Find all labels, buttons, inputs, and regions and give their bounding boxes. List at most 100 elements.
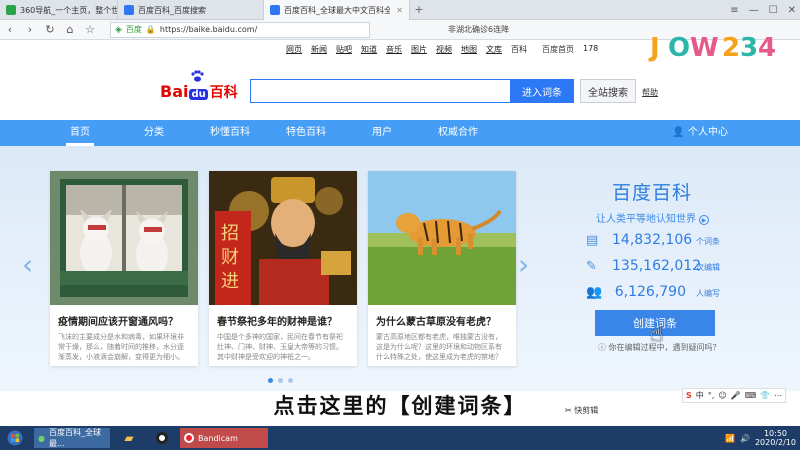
help-link[interactable]: 帮助: [642, 87, 658, 98]
taskbar-browser[interactable]: ● 百度百科_全球最...: [34, 428, 110, 448]
stat-entries: ▤ 14,832,106 个词条: [586, 232, 726, 248]
taskbar-browser-label: 百度百科_全球最...: [48, 428, 101, 448]
toplink-video[interactable]: 视频: [436, 44, 452, 55]
tab-baike-home[interactable]: 百度百科_全球最大中文百科全书 ✕: [264, 0, 410, 20]
baidu-top-links: 网页 新闻 贴吧 知道 音乐 图片 视频 地图 文库 百科 百度首页 178: [286, 44, 598, 55]
feature-card[interactable]: 疫情期间应该开窗通风吗？ 飞沫的主要成分是水和病毒，如果环境非常干燥，那么，随着…: [50, 171, 198, 366]
toplink-web[interactable]: 网页: [286, 44, 302, 55]
window-controls: ≡ — ☐ ✕: [730, 0, 796, 20]
card-title: 春节祭祀多年的财神是谁？: [217, 317, 337, 328]
emoji-icon: ☺: [718, 391, 727, 400]
system-tray: 📶 🔊 10:50 2020/2/10: [725, 426, 796, 450]
taskbar-record[interactable]: [148, 428, 176, 448]
baike-slogan[interactable]: 让人类平等地认知世界 ▶: [596, 210, 709, 225]
back-icon[interactable]: ‹: [4, 23, 16, 36]
close-window-icon[interactable]: ✕: [788, 5, 796, 16]
tab-baike-search[interactable]: 百度百科_百度搜索: [118, 0, 264, 20]
create-help-text: 你在编辑过程中，遇到疑问吗？: [608, 343, 721, 352]
tab-label: 360导航_一个主页，整个世界: [20, 5, 118, 15]
baidu-favicon-icon: [270, 5, 280, 15]
forward-icon[interactable]: ›: [24, 23, 36, 36]
baike-logo[interactable]: Bai du 百科: [160, 70, 238, 102]
carousel-dot[interactable]: [278, 378, 283, 383]
card-desc: 飞沫的主要成分是水和病毒，如果环境非常干燥，那么，随着时间的推移，水分逐渐蒸发，…: [58, 333, 184, 361]
nav-authority[interactable]: 权威合作: [420, 120, 496, 146]
tab-360[interactable]: 360导航_一个主页，整个世界: [0, 0, 118, 20]
slogan-text: 让人类平等地认知世界: [596, 214, 696, 225]
baidu-home-link[interactable]: 百度首页: [542, 44, 574, 55]
bandicam-icon: [184, 433, 194, 443]
toplink-music[interactable]: 音乐: [386, 44, 402, 55]
users-icon: 👥: [586, 285, 603, 300]
browser-icon: ●: [38, 433, 45, 443]
record-icon: [156, 432, 168, 444]
nav-users[interactable]: 用户: [344, 120, 420, 146]
toplink-news[interactable]: 新闻: [311, 44, 327, 55]
editors-unit: 人编写: [696, 289, 720, 298]
carousel-prev-icon[interactable]: ‹: [22, 251, 33, 279]
carousel-next-icon[interactable]: ›: [518, 251, 529, 279]
nav-miaodong[interactable]: 秒懂百科: [192, 120, 268, 146]
hand-cursor-icon: ☝: [650, 322, 664, 347]
refresh-icon[interactable]: ↻: [44, 23, 56, 36]
sogou-icon: S: [686, 391, 692, 400]
clock-date: 2020/2/10: [754, 438, 796, 447]
video-caption: 点击这里的【创建词条】: [273, 394, 527, 418]
maximize-icon[interactable]: ☐: [769, 5, 778, 16]
carousel-dot[interactable]: [288, 378, 293, 383]
nav-category[interactable]: 分类: [116, 120, 192, 146]
ime-toolbar[interactable]: S 中 °, ☺ 🎤 ⌨ 👕 ⋯: [682, 388, 787, 403]
logo-bai: Bai: [160, 82, 189, 101]
taskbar: ● 百度百科_全球最... ▰ Bandicam 📶 🔊 10:50 2020/…: [0, 426, 800, 450]
toplink-map[interactable]: 地图: [461, 44, 477, 55]
svg-text:W: W: [690, 33, 719, 63]
card-title: 疫情期间应该开窗通风吗？: [58, 317, 178, 328]
menu-icon[interactable]: ≡: [730, 5, 738, 16]
tab-label: 百度百科_百度搜索: [138, 5, 206, 15]
play-icon: ▶: [699, 215, 709, 225]
user-icon: 👤: [672, 127, 685, 138]
banner: ‹ › 疫情期间应该开窗通风吗？ 飞沫的主要成分是水和病毒，如果环境非常干燥，那…: [0, 146, 800, 391]
toplink-tieba[interactable]: 贴吧: [336, 44, 352, 55]
taskbar-bandicam[interactable]: Bandicam: [180, 428, 268, 448]
toplink-images[interactable]: 图片: [411, 44, 427, 55]
new-tab-button[interactable]: +: [410, 0, 428, 19]
card-desc: 蒙古高原地区都有老虎，唯独蒙古没有，这是为什么呢？这里的环境和动物区系有什么特殊…: [376, 333, 502, 361]
search-input[interactable]: [250, 79, 510, 103]
clock[interactable]: 10:50 2020/2/10: [755, 429, 796, 447]
punctuation-icon: °,: [707, 391, 715, 400]
tray-network-icon[interactable]: 📶: [725, 434, 735, 443]
close-tab-icon[interactable]: ✕: [396, 6, 403, 15]
enter-entry-button[interactable]: 进入词条: [510, 79, 574, 103]
site-name: 百度: [125, 25, 142, 34]
edits-count: 135,162,012: [612, 258, 702, 274]
more-icon: ⋯: [774, 391, 783, 400]
taskbar-explorer[interactable]: ▰: [114, 428, 144, 448]
toplink-zhidao[interactable]: 知道: [361, 44, 377, 55]
quick-clip-link[interactable]: ✂ 快剪辑: [565, 405, 598, 416]
card-title: 为什么蒙古草原没有老虎？: [376, 317, 496, 328]
stat-editors: 👥 6,126,790 人编写: [586, 284, 726, 300]
favorite-star-icon[interactable]: ☆: [84, 23, 96, 36]
nav-featured[interactable]: 特色百科: [268, 120, 344, 146]
toplink-wenku[interactable]: 文库: [486, 44, 502, 55]
home-icon[interactable]: ⌂: [64, 23, 76, 36]
site-search-button[interactable]: 全站搜索: [580, 79, 636, 103]
start-button[interactable]: [0, 426, 30, 450]
quick-clip-label: 快剪辑: [574, 406, 599, 415]
baike-nav: 首页 分类 秒懂百科 特色百科 用户 权威合作 👤 个人中心: [0, 120, 800, 146]
windows-logo-icon: [7, 430, 23, 446]
hot-search[interactable]: 非湖北确诊6连降: [448, 24, 509, 35]
nav-home[interactable]: 首页: [44, 120, 116, 146]
feature-card[interactable]: 为什么蒙古草原没有老虎？ 蒙古高原地区都有老虎，唯独蒙古没有，这是为什么呢？这里…: [368, 171, 516, 366]
tray-volume-icon[interactable]: 🔊: [740, 434, 750, 443]
tiger-image: [368, 171, 516, 305]
personal-center-link[interactable]: 👤 个人中心: [672, 120, 728, 146]
url-field[interactable]: ◈ 百度 🔒 https://baike.baidu.com/: [110, 21, 370, 38]
toplink-baike[interactable]: 百科: [511, 44, 527, 55]
feature-card[interactable]: 招 财 进 春节祭祀多年的财神是谁？ 中国是个多神的国家，民间在春节有祭祀灶神、…: [209, 171, 357, 366]
minimize-icon[interactable]: —: [749, 5, 759, 16]
carousel-dot[interactable]: [268, 378, 273, 383]
logo-baike: 百科: [209, 85, 238, 101]
svg-text:2: 2: [722, 33, 740, 63]
